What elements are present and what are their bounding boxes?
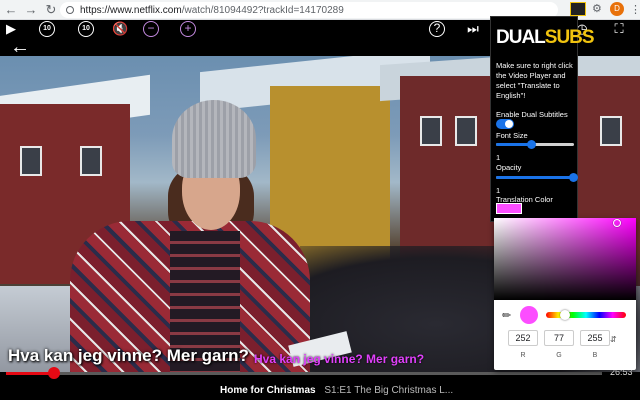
translation-color-swatch[interactable]	[496, 203, 522, 214]
subtitle-translation: Hva kan jeg vinne? Mer garn?	[254, 352, 425, 366]
font-size-slider[interactable]	[496, 140, 574, 149]
color-picker: ✏ 252 77 255 R G B ⇵	[494, 218, 636, 370]
show-title: Home for Christmas	[220, 385, 316, 396]
reload-icon[interactable]: ↻	[42, 1, 60, 19]
dualsubs-instruction: Make sure to right click the Video Playe…	[496, 61, 573, 100]
font-size-slider-thumb[interactable]	[527, 140, 537, 149]
scene-window	[20, 146, 42, 176]
fullscreen-icon[interactable]: ⛶	[612, 20, 626, 38]
font-size-slider-fill	[496, 143, 532, 146]
dualsubs-extension-icon[interactable]	[570, 2, 586, 16]
opacity-slider-fill	[496, 176, 574, 179]
logo-subs: SUBS	[544, 27, 595, 48]
speed-increase-icon[interactable]: +	[180, 21, 196, 37]
progress-scrubber[interactable]	[47, 367, 60, 379]
scene-window	[600, 116, 622, 146]
opacity-slider[interactable]	[496, 173, 578, 182]
help-icon[interactable]: ?	[429, 21, 445, 37]
scene-window	[80, 146, 102, 176]
extension-area: ⚙ D ⋮	[570, 2, 640, 16]
progress-bar[interactable]	[6, 372, 602, 375]
skip-back-icon[interactable]: 10	[39, 21, 55, 37]
saturation-value-field[interactable]	[494, 218, 636, 300]
profile-avatar[interactable]: D	[610, 2, 624, 16]
address-bar[interactable]: https://www.netflix.com/watch/81094492?t…	[60, 2, 558, 18]
back-nav-icon[interactable]: ←	[2, 1, 20, 19]
blue-input[interactable]: 255	[580, 330, 610, 346]
speed-decrease-icon[interactable]: −	[143, 21, 159, 37]
color-mode-toggle-icon[interactable]: ⇵	[610, 335, 617, 344]
red-input[interactable]: 252	[508, 330, 538, 346]
eyedropper-icon[interactable]: ✏	[502, 310, 514, 322]
hue-slider[interactable]	[546, 312, 626, 318]
green-label: G	[556, 352, 562, 359]
color-preview	[520, 306, 538, 324]
hue-slider-thumb[interactable]	[559, 310, 570, 320]
subtitle-original: Hva kan jeg vinne? Mer garn?	[8, 346, 249, 365]
dualsubs-logo: DUALSUBS	[496, 27, 595, 49]
opacity-label: Opacity	[496, 163, 522, 172]
dualsubs-popup: DUALSUBS Make sure to right click the Vi…	[490, 16, 595, 222]
red-label: R	[520, 352, 526, 359]
enable-dual-subtitles-label: Enable Dual Subtitles	[496, 110, 568, 119]
lock-icon	[66, 6, 74, 14]
back-arrow-icon[interactable]: ←	[10, 36, 32, 58]
progress-fill	[6, 372, 54, 375]
play-icon[interactable]: ▶	[4, 20, 18, 38]
episode-info: S1:E1 The Big Christmas L...	[324, 385, 454, 396]
skip-forward-icon[interactable]: 10	[78, 21, 94, 37]
browser-menu-icon[interactable]: ⋮	[630, 3, 640, 16]
blue-label: B	[592, 352, 598, 359]
scene-window	[455, 116, 477, 146]
episode-title: Home for Christmas S1:E1 The Big Christm…	[220, 385, 453, 396]
font-size-label: Font Size	[496, 131, 528, 140]
opacity-slider-thumb[interactable]	[569, 173, 578, 182]
scene-window	[420, 116, 442, 146]
green-input[interactable]: 77	[544, 330, 574, 346]
scene-woman-hat	[172, 100, 256, 178]
url-text: https://www.netflix.com/watch/81094492?t…	[80, 5, 344, 16]
forward-nav-icon[interactable]: →	[22, 1, 40, 19]
opacity-value: 1	[496, 186, 501, 195]
url-path: /watch/81094492?trackId=14170289	[181, 4, 344, 16]
url-host: https://www.netflix.com	[80, 4, 182, 16]
volume-mute-icon[interactable]: 🔇	[112, 20, 128, 38]
logo-dual: DUAL	[496, 27, 546, 48]
font-size-value: 1	[496, 153, 501, 162]
extensions-puzzle-icon[interactable]: ⚙	[592, 3, 604, 15]
next-episode-icon[interactable]: ⏭	[466, 20, 480, 38]
enable-dual-subtitles-toggle[interactable]	[496, 119, 514, 129]
